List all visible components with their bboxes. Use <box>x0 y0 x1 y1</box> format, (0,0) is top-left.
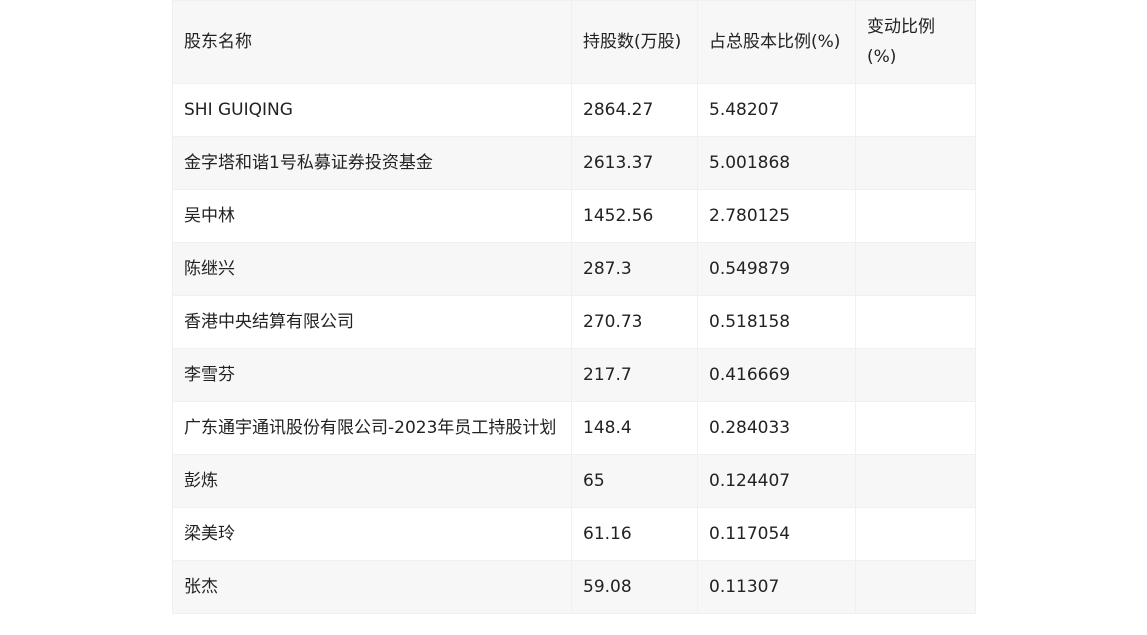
table-row: 陈继兴 287.3 0.549879 <box>172 242 976 296</box>
table-row: 金字塔和谐1号私募证券投资基金 2613.37 5.001868 <box>172 136 976 190</box>
cell-change-ratio <box>855 560 976 614</box>
cell-share-ratio: 5.001868 <box>697 136 856 190</box>
cell-shares-held: 59.08 <box>571 560 698 614</box>
header-share-ratio: 占总股本比例(%) <box>697 0 856 84</box>
cell-shares-held: 217.7 <box>571 348 698 402</box>
shareholder-table-container: 股东名称 持股数(万股) 占总股本比例(%) 变动比例(%) SHI GUIQI… <box>172 0 976 614</box>
cell-shareholder-name: 香港中央结算有限公司 <box>172 295 572 349</box>
cell-shareholder-name: 金字塔和谐1号私募证券投资基金 <box>172 136 572 190</box>
cell-shares-held: 148.4 <box>571 401 698 455</box>
cell-change-ratio <box>855 242 976 296</box>
cell-change-ratio <box>855 507 976 561</box>
cell-share-ratio: 0.11307 <box>697 560 856 614</box>
cell-share-ratio: 0.549879 <box>697 242 856 296</box>
table-header: 股东名称 持股数(万股) 占总股本比例(%) 变动比例(%) <box>172 0 976 84</box>
cell-shareholder-name: SHI GUIQING <box>172 83 572 137</box>
cell-shares-held: 2864.27 <box>571 83 698 137</box>
header-row: 股东名称 持股数(万股) 占总股本比例(%) 变动比例(%) <box>172 0 976 84</box>
cell-shareholder-name: 广东通宇通讯股份有限公司-2023年员工持股计划 <box>172 401 572 455</box>
cell-share-ratio: 0.284033 <box>697 401 856 455</box>
table-row: 梁美玲 61.16 0.117054 <box>172 507 976 561</box>
shareholder-table: 股东名称 持股数(万股) 占总股本比例(%) 变动比例(%) SHI GUIQI… <box>172 0 976 614</box>
header-change-ratio: 变动比例(%) <box>855 0 976 84</box>
cell-shareholder-name: 陈继兴 <box>172 242 572 296</box>
cell-change-ratio <box>855 348 976 402</box>
cell-change-ratio <box>855 401 976 455</box>
table-row: SHI GUIQING 2864.27 5.48207 <box>172 83 976 137</box>
table-row: 香港中央结算有限公司 270.73 0.518158 <box>172 295 976 349</box>
table-body: SHI GUIQING 2864.27 5.48207 金字塔和谐1号私募证券投… <box>172 83 976 614</box>
cell-shareholder-name: 李雪芬 <box>172 348 572 402</box>
table-row: 李雪芬 217.7 0.416669 <box>172 348 976 402</box>
table-row: 广东通宇通讯股份有限公司-2023年员工持股计划 148.4 0.284033 <box>172 401 976 455</box>
cell-change-ratio <box>855 295 976 349</box>
cell-shares-held: 65 <box>571 454 698 508</box>
table-row: 吴中林 1452.56 2.780125 <box>172 189 976 243</box>
cell-share-ratio: 2.780125 <box>697 189 856 243</box>
cell-shareholder-name: 梁美玲 <box>172 507 572 561</box>
cell-shares-held: 270.73 <box>571 295 698 349</box>
cell-shares-held: 1452.56 <box>571 189 698 243</box>
cell-share-ratio: 0.518158 <box>697 295 856 349</box>
cell-shareholder-name: 彭炼 <box>172 454 572 508</box>
cell-change-ratio <box>855 136 976 190</box>
cell-shares-held: 2613.37 <box>571 136 698 190</box>
header-shares-held: 持股数(万股) <box>571 0 698 84</box>
cell-share-ratio: 0.117054 <box>697 507 856 561</box>
cell-change-ratio <box>855 83 976 137</box>
cell-change-ratio <box>855 189 976 243</box>
cell-share-ratio: 0.416669 <box>697 348 856 402</box>
cell-shares-held: 61.16 <box>571 507 698 561</box>
table-row: 彭炼 65 0.124407 <box>172 454 976 508</box>
table-row: 张杰 59.08 0.11307 <box>172 560 976 614</box>
cell-share-ratio: 0.124407 <box>697 454 856 508</box>
cell-shareholder-name: 吴中林 <box>172 189 572 243</box>
cell-change-ratio <box>855 454 976 508</box>
cell-shares-held: 287.3 <box>571 242 698 296</box>
cell-shareholder-name: 张杰 <box>172 560 572 614</box>
cell-share-ratio: 5.48207 <box>697 83 856 137</box>
header-shareholder-name: 股东名称 <box>172 0 572 84</box>
